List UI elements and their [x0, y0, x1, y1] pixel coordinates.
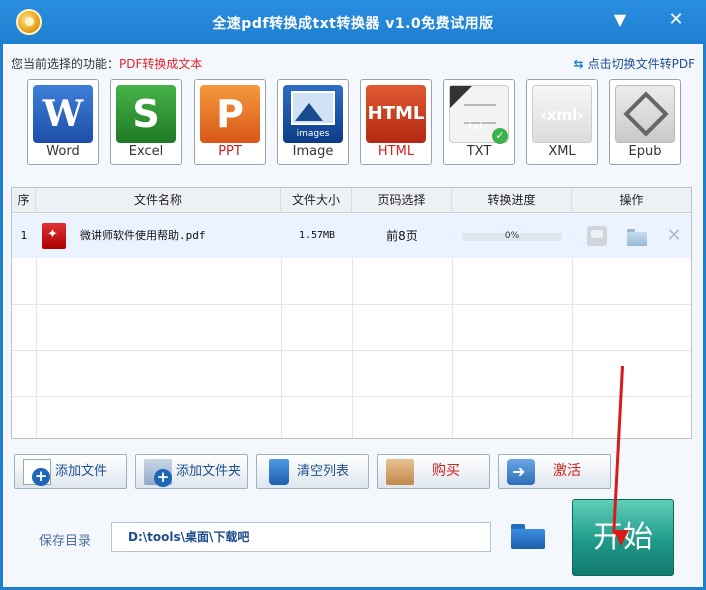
format-tile-ppt[interactable]: P PPT	[194, 79, 266, 165]
close-button[interactable]: ✕	[664, 9, 688, 31]
add-folder-label: 添加文件夹	[176, 464, 242, 479]
browse-folder-icon[interactable]	[511, 524, 545, 550]
format-label: XML	[548, 144, 576, 159]
row-index: 1	[20, 229, 28, 242]
html-icon: HTML	[366, 85, 426, 143]
format-label: PPT	[218, 144, 242, 159]
activate-icon	[507, 459, 535, 485]
format-label: TXT	[466, 144, 492, 159]
clear-list-button[interactable]: 清空列表	[256, 454, 369, 489]
add-file-label: 添加文件	[55, 464, 108, 479]
image-icon-text: images	[296, 129, 330, 139]
column-header-pages: 页码选择	[352, 188, 452, 213]
format-tile-excel[interactable]: S Excel	[110, 79, 182, 165]
ppt-icon: P	[200, 85, 260, 143]
format-label: HTML	[377, 144, 415, 159]
function-label-text: 您当前选择的功能：	[11, 57, 120, 71]
table-header: 序 文件名称 文件大小 页码选择 转换进度 操作	[12, 188, 691, 213]
current-function-label: 您当前选择的功能：PDF转换成文本	[11, 55, 202, 72]
format-tile-xml[interactable]: ‹xml› XML	[526, 79, 598, 165]
image-icon: images	[283, 85, 343, 143]
add-folder-icon	[144, 459, 172, 487]
format-label: Epub	[628, 144, 662, 159]
format-tile-epub[interactable]: Epub	[609, 79, 681, 165]
shopping-bag-icon	[386, 459, 414, 485]
grid-line	[12, 350, 691, 351]
xml-icon: ‹xml›	[532, 85, 592, 143]
file-table: 序 文件名称 文件大小 页码选择 转换进度 操作 1 微讲师软件使用帮助.pdf…	[11, 187, 692, 439]
file-size: 1.57MB	[298, 230, 336, 241]
folder-body	[511, 529, 545, 549]
clear-list-label: 清空列表	[297, 464, 350, 479]
format-tile-image[interactable]: images Image	[277, 79, 349, 165]
format-label: Image	[292, 144, 334, 159]
epub-icon	[615, 85, 675, 143]
save-directory-label: 保存目录	[39, 534, 92, 549]
folder-body	[627, 232, 647, 246]
epub-icon-diamond	[623, 91, 669, 137]
column-header-index: 序	[12, 188, 36, 213]
minimize-button[interactable]: ▼	[608, 9, 632, 31]
delete-row-icon[interactable]: ✕	[664, 226, 684, 246]
column-header-actions: 操作	[619, 193, 644, 207]
selected-check-icon: ✓	[492, 128, 508, 144]
add-file-icon	[23, 459, 51, 486]
grid-line	[12, 396, 691, 397]
format-tile-txt[interactable]: txt ✓ TXT	[443, 79, 515, 165]
current-function-value: PDF转换成文本	[119, 57, 203, 71]
switch-link-text: 点击切换文件转PDF	[587, 57, 695, 71]
word-icon: W	[33, 85, 93, 143]
txt-icon: txt ✓	[449, 85, 509, 144]
activate-label: 激活	[553, 463, 581, 479]
column-header-name: 文件名称	[36, 188, 281, 213]
page-selection[interactable]: 前8页	[352, 214, 452, 258]
image-icon-mountain	[295, 103, 323, 121]
format-label: Excel	[128, 144, 164, 159]
format-label: Word	[46, 144, 80, 159]
activate-button[interactable]: 激活	[498, 454, 611, 489]
swap-arrows-icon: ⇆	[573, 57, 584, 71]
progress-text: 0%	[504, 231, 520, 241]
remove-file-icon[interactable]	[587, 226, 607, 246]
main-panel: 您当前选择的功能：PDF转换成文本 ⇆ 点击切换文件转PDF W Word S E…	[3, 44, 703, 587]
save-directory-input[interactable]: D:\tools\桌面\下载吧	[111, 522, 491, 552]
format-tile-word[interactable]: W Word	[27, 79, 99, 165]
trash-bin-icon	[269, 459, 289, 485]
add-file-button[interactable]: 添加文件	[14, 454, 127, 489]
excel-icon: S	[116, 85, 176, 143]
buy-button[interactable]: 购买	[377, 454, 490, 489]
file-name: 微讲师软件使用帮助.pdf	[80, 229, 206, 242]
txt-icon-text: txt	[468, 120, 484, 133]
grid-line	[12, 304, 691, 305]
window-title: 全速pdf转换成txt转换器 v1.0免费试用版	[212, 16, 494, 32]
table-row[interactable]: 1 微讲师软件使用帮助.pdf 1.57MB 前8页 0% ✕	[12, 214, 691, 258]
add-folder-button[interactable]: 添加文件夹	[135, 454, 248, 489]
open-folder-icon[interactable]	[626, 226, 647, 246]
column-header-progress: 转换进度	[452, 188, 572, 213]
annotation-arrow-head	[613, 530, 629, 546]
buy-label: 购买	[432, 463, 460, 479]
title-bar: 全速pdf转换成txt转换器 v1.0免费试用版 ▼ ✕	[0, 0, 706, 44]
format-tile-html[interactable]: HTML HTML	[360, 79, 432, 165]
column-header-size: 文件大小	[281, 188, 352, 213]
pdf-file-icon	[42, 223, 66, 249]
switch-to-pdf-link[interactable]: ⇆ 点击切换文件转PDF	[574, 55, 695, 72]
